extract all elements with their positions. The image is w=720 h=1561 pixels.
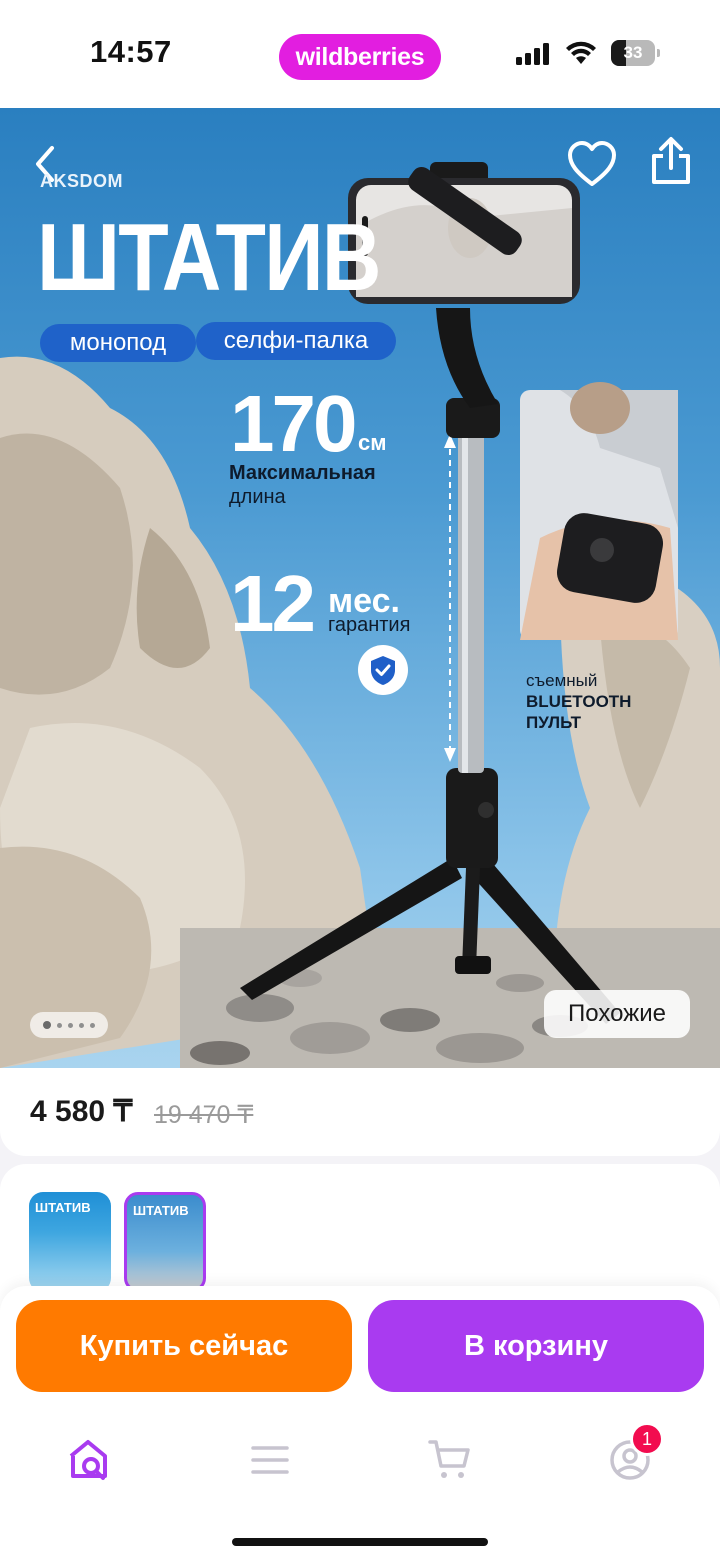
brand-logo: wildberries — [279, 34, 441, 80]
product-headline: ШТАТИВ — [37, 204, 381, 311]
remote-caption: съемный BLUETOOTH ПУЛЬТ — [526, 670, 631, 733]
brand-watermark: AKSDOM — [40, 171, 123, 191]
wifi-icon — [566, 41, 596, 64]
spec-length-label-2: длина — [229, 486, 286, 508]
carousel-indicator — [30, 1012, 108, 1038]
battery-icon: 33 — [611, 40, 660, 66]
similar-button[interactable]: Похожие — [544, 990, 690, 1038]
remote-caption-line-2: BLUETOOTH — [526, 692, 632, 711]
tab-catalog[interactable] — [240, 1432, 300, 1488]
product-image-carousel[interactable]: AKSDOM ШТАТИВ монопод селфи-палка 170 см… — [0, 108, 720, 1068]
remote-caption-line-3: ПУЛЬТ — [526, 713, 581, 732]
purchase-actions: Купить сейчас В корзину — [0, 1286, 720, 1410]
status-bar: 14:57 wildberries 33 — [0, 0, 720, 108]
tag-monopod: монопод — [40, 324, 196, 362]
signal-icon — [516, 43, 549, 65]
battery-level: 33 — [623, 43, 643, 62]
tab-cart[interactable] — [420, 1432, 480, 1488]
carousel-dot — [90, 1022, 95, 1028]
buy-now-button[interactable]: Купить сейчас — [16, 1300, 352, 1392]
carousel-dot — [43, 1021, 51, 1029]
add-to-cart-button[interactable]: В корзину — [368, 1300, 704, 1392]
spec-warranty-label: гарантия — [328, 614, 411, 636]
menu-icon — [251, 1446, 289, 1474]
heart-icon[interactable] — [566, 140, 618, 188]
profile-badge: 1 — [630, 1422, 664, 1456]
variant-thumbnail-selected[interactable]: ШТАТИВ — [124, 1192, 206, 1292]
old-price: 19 470 ₸ — [154, 1101, 254, 1129]
spec-warranty-value: 12 — [230, 559, 316, 648]
variant-thumbnail-label: ШТАТИВ — [133, 1203, 189, 1218]
spec-length-value: 170 — [230, 379, 357, 468]
product-page: 14:57 wildberries 33 AKSDOM ШТАТИВ моноп… — [0, 0, 720, 1561]
spec-length-unit: см — [358, 430, 387, 455]
current-price: 4 580 ₸ — [30, 1095, 133, 1128]
remote-caption-line-1: съемный — [526, 671, 598, 690]
carousel-dot — [79, 1022, 84, 1028]
shield-check-icon — [358, 645, 408, 695]
remote-card-frame — [520, 390, 678, 640]
home-search-icon — [69, 1440, 107, 1480]
cart-icon — [428, 1440, 470, 1478]
carousel-dot — [68, 1022, 73, 1028]
status-time: 14:57 — [90, 34, 172, 69]
share-icon[interactable] — [648, 136, 694, 186]
tab-home[interactable] — [60, 1432, 120, 1488]
price-section: 4 580 ₸ 19 470 ₸ — [0, 1068, 720, 1156]
carousel-dot — [57, 1022, 62, 1028]
variant-thumbnail-label: ШТАТИВ — [35, 1200, 91, 1215]
spec-length-label: Максимальная — [229, 462, 376, 484]
tag-selfie-stick: селфи-палка — [196, 322, 396, 360]
home-indicator — [232, 1538, 488, 1546]
variant-thumbnail[interactable]: ШТАТИВ — [29, 1192, 111, 1292]
